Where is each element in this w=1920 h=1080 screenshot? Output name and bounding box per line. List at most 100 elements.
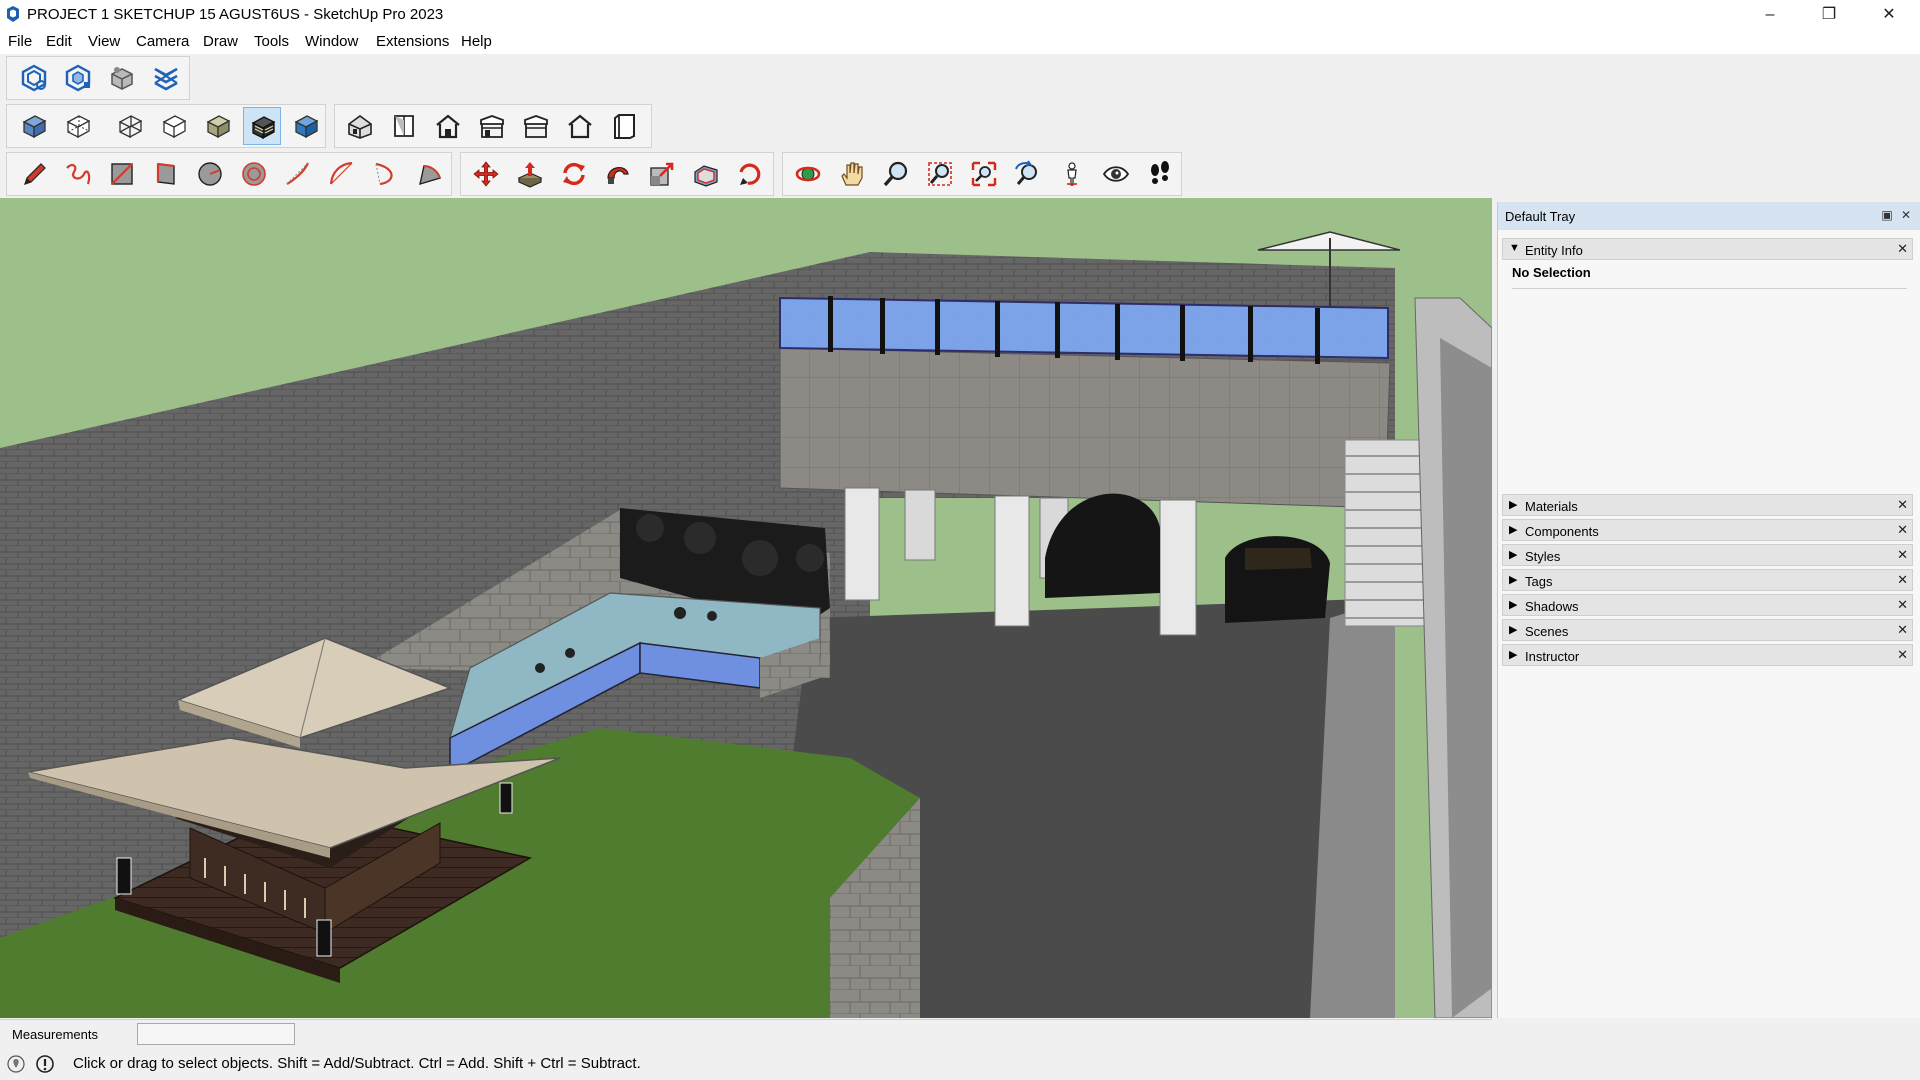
entity-info-status: No Selection xyxy=(1512,265,1591,280)
sketchup-logo-icon xyxy=(7,6,19,22)
menu-camera[interactable]: Camera xyxy=(132,33,193,50)
offset-button[interactable] xyxy=(687,155,725,193)
restore-button[interactable]: ❐ xyxy=(1800,0,1858,30)
close-icon[interactable]: ✕ xyxy=(1897,597,1908,613)
zoom-window-button[interactable] xyxy=(921,155,959,193)
3d-warehouse-button[interactable] xyxy=(15,59,53,97)
orbit-button[interactable] xyxy=(789,155,827,193)
edit-toolbar xyxy=(460,152,774,196)
panel-components[interactable]: ▶ Components ✕ xyxy=(1502,519,1913,541)
close-icon[interactable]: ✕ xyxy=(1897,572,1908,588)
scale-button[interactable] xyxy=(643,155,681,193)
extension-warehouse-icon xyxy=(65,64,91,92)
parallel-view-button[interactable] xyxy=(605,107,643,145)
close-icon[interactable]: ✕ xyxy=(1897,241,1908,257)
move-button[interactable] xyxy=(467,155,505,193)
top-view-button[interactable] xyxy=(385,107,423,145)
monochrome-button[interactable] xyxy=(287,107,325,145)
right-view-button[interactable] xyxy=(473,107,511,145)
modeling-viewport[interactable] xyxy=(0,198,1492,1018)
panel-scenes[interactable]: ▶ Scenes ✕ xyxy=(1502,619,1913,641)
push-pull-button[interactable] xyxy=(511,155,549,193)
rotated-rect-button[interactable] xyxy=(147,155,185,193)
rotate-button[interactable] xyxy=(555,155,593,193)
panel-tags[interactable]: ▶ Tags ✕ xyxy=(1502,569,1913,591)
panel-label: Shadows xyxy=(1525,599,1579,614)
hidden-line-button[interactable] xyxy=(155,107,193,145)
collapsed-arrow-icon: ▶ xyxy=(1509,624,1518,636)
position-camera-button[interactable] xyxy=(1053,155,1091,193)
tape-measure-button[interactable] xyxy=(731,155,769,193)
polygon-button[interactable] xyxy=(235,155,273,193)
menu-edit[interactable]: Edit xyxy=(42,33,76,50)
menu-extensions[interactable]: Extensions xyxy=(372,33,453,50)
rectangle-icon xyxy=(111,163,133,185)
close-button[interactable]: ✕ xyxy=(1860,0,1918,30)
menu-file[interactable]: File xyxy=(4,33,36,50)
pencil-button[interactable] xyxy=(15,155,53,193)
menu-help[interactable]: Help xyxy=(457,33,496,50)
panel-shadows[interactable]: ▶ Shadows ✕ xyxy=(1502,594,1913,616)
close-icon[interactable]: ✕ xyxy=(1897,647,1908,663)
three-point-arc-button[interactable] xyxy=(367,155,405,193)
shaded-textures-button[interactable] xyxy=(243,107,281,145)
scene-render xyxy=(0,198,1492,1018)
extension-manager-button[interactable] xyxy=(147,59,185,97)
previous-view-button[interactable] xyxy=(1009,155,1047,193)
wireframe-button[interactable] xyxy=(111,107,149,145)
menu-view[interactable]: View xyxy=(84,33,124,50)
panel-label: Styles xyxy=(1525,549,1561,564)
follow-me-button[interactable] xyxy=(599,155,637,193)
panel-label: Tags xyxy=(1525,574,1553,589)
geo-location-icon[interactable] xyxy=(7,1055,25,1073)
xray-button[interactable] xyxy=(15,107,53,145)
expanded-arrow-icon: ▼ xyxy=(1509,242,1520,254)
tape-measure-icon xyxy=(739,163,761,185)
two-point-arc-button[interactable] xyxy=(323,155,361,193)
circle-button[interactable] xyxy=(191,155,229,193)
layout-send-button[interactable] xyxy=(103,59,141,97)
measurements-input[interactable] xyxy=(137,1023,295,1045)
left-view-button[interactable] xyxy=(561,107,599,145)
panel-instructor[interactable]: ▶ Instructor ✕ xyxy=(1502,644,1913,666)
walk-button[interactable] xyxy=(1141,155,1179,193)
zoom-extents-button[interactable] xyxy=(965,155,1003,193)
offset-icon xyxy=(694,165,718,187)
zoom-button[interactable] xyxy=(877,155,915,193)
close-icon[interactable]: ✕ xyxy=(1897,497,1908,513)
tray-close-icon[interactable]: ✕ xyxy=(1899,208,1913,222)
menu-draw[interactable]: Draw xyxy=(199,33,242,50)
pan-button[interactable] xyxy=(833,155,871,193)
wireframe-icon xyxy=(118,115,143,139)
freehand-button[interactable] xyxy=(59,155,97,193)
credits-info-icon[interactable] xyxy=(36,1055,54,1073)
move-icon xyxy=(473,161,499,187)
back-view-button[interactable] xyxy=(517,107,555,145)
minimize-button[interactable]: – xyxy=(1741,0,1799,30)
panel-styles[interactable]: ▶ Styles ✕ xyxy=(1502,544,1913,566)
close-icon[interactable]: ✕ xyxy=(1897,522,1908,538)
entity-info-body: No Selection xyxy=(1502,260,1913,480)
extension-warehouse-button[interactable] xyxy=(59,59,97,97)
shaded-button[interactable] xyxy=(199,107,237,145)
iso-view-button[interactable] xyxy=(341,107,379,145)
pie-button[interactable] xyxy=(411,155,449,193)
shaded-icon xyxy=(206,115,231,139)
panel-entity-info[interactable]: ▼ Entity Info ✕ xyxy=(1502,238,1913,260)
menu-tools[interactable]: Tools xyxy=(250,33,293,50)
panel-materials[interactable]: ▶ Materials ✕ xyxy=(1502,494,1913,516)
back-edges-button[interactable] xyxy=(59,107,97,145)
look-around-button[interactable] xyxy=(1097,155,1135,193)
layout-send-icon xyxy=(111,67,133,90)
views-toolbar xyxy=(334,104,652,148)
arc-icon xyxy=(286,162,310,185)
close-icon[interactable]: ✕ xyxy=(1897,547,1908,563)
iso-view-icon xyxy=(348,115,372,139)
menu-window[interactable]: Window xyxy=(301,33,362,50)
front-view-button[interactable] xyxy=(429,107,467,145)
arc-button[interactable] xyxy=(279,155,317,193)
rectangle-button[interactable] xyxy=(103,155,141,193)
pie-icon xyxy=(419,165,441,186)
pin-icon[interactable]: ▣ xyxy=(1880,208,1894,222)
close-icon[interactable]: ✕ xyxy=(1897,622,1908,638)
